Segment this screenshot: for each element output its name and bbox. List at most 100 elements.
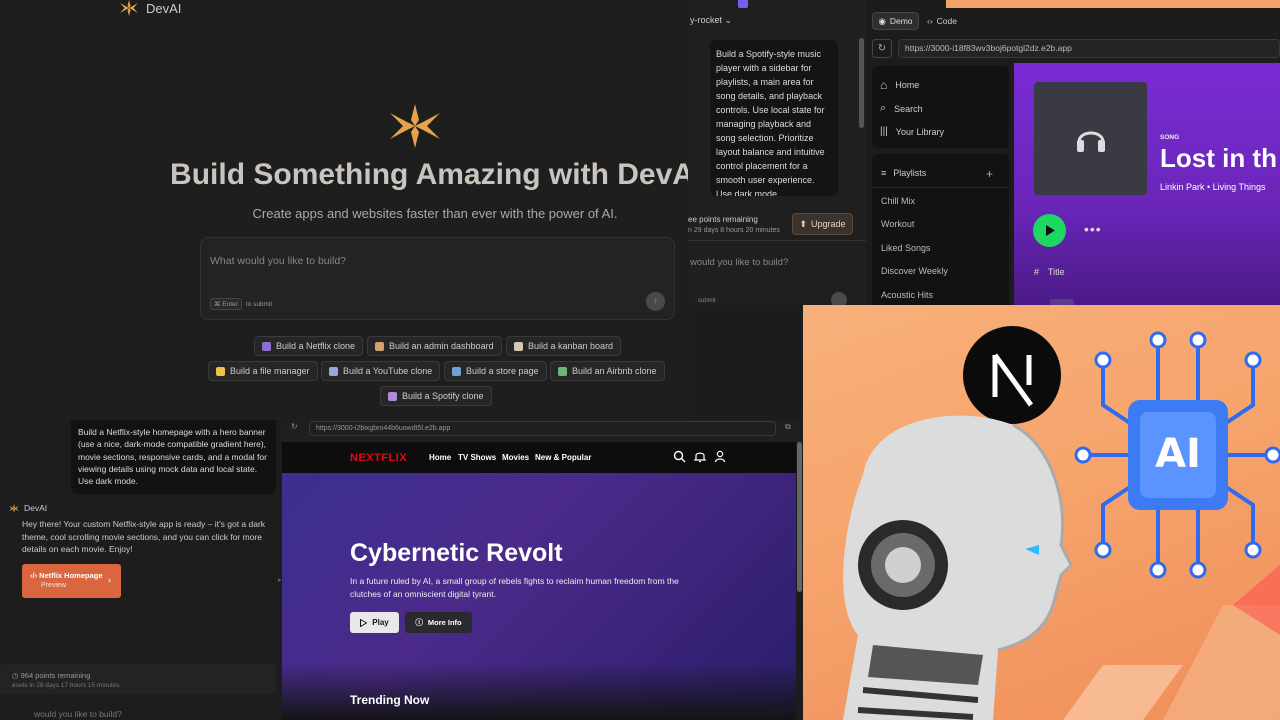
hero-banner: Cybernetic Revolt In a future ruled by A…	[282, 473, 796, 720]
tab-label: Demo	[889, 16, 913, 26]
card-subtitle: Preview	[41, 582, 66, 589]
netflix-navbar: NEXTFLIX Home TV Shows Movies New & Popu…	[282, 442, 796, 473]
tab-label: Code	[936, 16, 957, 26]
add-playlist-icon[interactable]: +	[986, 167, 993, 181]
search-icon[interactable]	[673, 450, 686, 463]
project-name: y-rocket	[690, 15, 723, 25]
scrollbar[interactable]	[796, 442, 803, 720]
points-remaining: ◷ 964 points remaining	[12, 671, 90, 680]
upgrade-label: Upgrade	[811, 219, 846, 229]
user-icon[interactable]	[714, 450, 726, 463]
chat-input[interactable]: would you like to build?	[34, 709, 122, 719]
suggestion-admin-dashboard[interactable]: Build an admin dashboard	[367, 336, 502, 356]
submit-hint: submit	[698, 298, 716, 304]
suggestion-airbnb[interactable]: Build an Airbnb clone	[550, 361, 665, 381]
refresh-icon[interactable]: ↻	[291, 422, 298, 431]
netflix-logo[interactable]: NEXTFLIX	[350, 452, 407, 464]
suggestion-netflix[interactable]: Build a Netflix clone	[254, 336, 364, 356]
prompt-input[interactable]: What would you like to build? ⌘ Enter to…	[200, 237, 675, 320]
play-button[interactable]: Play	[350, 612, 399, 633]
suggestion-youtube[interactable]: Build a YouTube clone	[321, 361, 441, 381]
chat-input[interactable]: would you like to build?	[690, 257, 788, 268]
suggestion-spotify[interactable]: Build a Spotify clone	[380, 386, 492, 406]
nav-new-popular[interactable]: New & Popular	[535, 453, 591, 462]
eye-icon: ◉	[878, 15, 886, 26]
refresh-icon[interactable]: ↻	[872, 39, 892, 58]
nav-home[interactable]: ⌂ Home	[880, 78, 919, 92]
more-info-button[interactable]: ⓘ More Info	[405, 612, 472, 633]
more-options-icon[interactable]: •••	[1084, 221, 1102, 237]
playlist-item[interactable]: Chill Mix	[881, 196, 915, 206]
points-remaining: ee points remaining	[688, 215, 758, 224]
playlist-item[interactable]: Discover Weekly	[881, 266, 948, 276]
points-reset: esets in 28 days 17 hours 15 minutes	[12, 682, 120, 689]
bot-message: Hey there! Your custom Netflix-style app…	[22, 519, 266, 554]
divider	[688, 240, 866, 241]
project-selector[interactable]: y-rocket ⌄	[690, 15, 732, 26]
url-bar[interactable]: https://3000-i18f83wv3boj6potgl2dz.e2b.a…	[898, 39, 1280, 58]
headphones-icon	[1076, 131, 1105, 152]
search-icon: ⌕	[880, 102, 887, 114]
suggestion-kanban[interactable]: Build a kanban board	[506, 336, 622, 356]
preview-card-button[interactable]: ‹/› Netflix Homepage Preview ›	[22, 564, 121, 598]
nav-movies[interactable]: Movies	[502, 453, 529, 462]
ai-artwork: AI	[803, 305, 1280, 720]
play-button[interactable]	[1033, 214, 1066, 247]
brand-header[interactable]: DevAI	[120, 0, 181, 16]
tab-demo[interactable]: ◉ Demo	[872, 12, 919, 30]
avatar-icon	[738, 0, 748, 8]
url-bar[interactable]: https://3000-i2bixgbro44b6uowdt5l.e2b.ap…	[309, 421, 776, 436]
song-type-label: SONG	[1160, 134, 1180, 141]
tab-code[interactable]: ‹› Code	[923, 12, 961, 30]
points-reset: n 29 days 8 hours 20 minutes	[688, 227, 780, 234]
spotify-main: SONG Lost in th Linkin Park • Living Thi…	[1014, 63, 1280, 305]
playlist-item[interactable]: Acoustic Hits	[881, 290, 933, 300]
spotify-preview-window: ◉ Demo ‹› Code ↻ https://3000-i18f83wv3boj…	[866, 0, 1280, 314]
playlist-item[interactable]: Liked Songs	[881, 243, 931, 253]
suggestion-label: Build a store page	[466, 366, 539, 376]
suggestion-label: Build an Airbnb clone	[572, 366, 657, 376]
column-title: Title	[1048, 267, 1065, 277]
external-link-icon[interactable]: ⧉	[785, 422, 791, 432]
browser-bar: ↻ https://3000-i2bixgbro44b6uowdt5l.e2b.…	[282, 420, 803, 442]
home-icon: ⌂	[880, 78, 888, 92]
composite-screenshot: DevAI Build Something Amazing with DevA …	[0, 0, 1280, 720]
more-info-label: More Info	[427, 618, 462, 627]
code-icon: ‹/›	[30, 571, 40, 580]
clock-icon: ◷	[12, 671, 21, 680]
submit-hint-text: to submit	[245, 300, 273, 308]
song-title: Lost in th	[1160, 143, 1277, 173]
scrollbar-thumb[interactable]	[797, 442, 802, 592]
background-strip	[946, 0, 1280, 8]
playlists-header: ≡ Playlists	[881, 168, 926, 178]
code-icon: ‹›	[927, 16, 933, 26]
folder-icon	[216, 366, 225, 376]
movie-description: In a future ruled by AI, a small group o…	[350, 576, 679, 599]
robot-head-icon	[843, 415, 1073, 720]
suggestion-label: Build an admin dashboard	[389, 341, 494, 351]
nav-tv-shows[interactable]: TV Shows	[458, 453, 496, 462]
hero-subtitle: Create apps and websites faster than eve…	[252, 206, 618, 221]
nav-home[interactable]: Home	[429, 453, 451, 462]
bell-icon[interactable]	[694, 450, 706, 463]
house-icon	[558, 366, 567, 376]
suggestion-file-manager[interactable]: Build a file manager	[208, 361, 318, 381]
suggestion-store-page[interactable]: Build a store page	[444, 361, 547, 381]
spotify-sidebar: ⌂ Home ⌕ Search ||| Your Library ≡ Playlists…	[872, 66, 1009, 314]
play-label: Play	[372, 618, 389, 627]
resize-handle-icon[interactable]: ▸	[278, 576, 282, 584]
chevron-right-icon: ›	[108, 575, 111, 585]
playlist-item[interactable]: Workout	[881, 219, 914, 229]
send-button[interactable]: ↑	[646, 292, 665, 311]
nav-library[interactable]: ||| Your Library	[880, 126, 944, 137]
hero-fade	[282, 663, 796, 720]
nav-search[interactable]: ⌕ Search	[880, 102, 923, 115]
upgrade-button[interactable]: ⬆ Upgrade	[792, 213, 853, 235]
playlists-label: Playlists	[893, 168, 927, 178]
scrollbar[interactable]	[859, 38, 864, 128]
enter-key: ⌘ Enter	[210, 298, 242, 310]
card-title-text: Netflix Homepage	[39, 571, 103, 580]
suggestion-label: Build a file manager	[230, 366, 310, 376]
devai-landing: DevAI Build Something Amazing with DevA …	[0, 0, 694, 420]
clipboard-icon	[514, 341, 523, 351]
